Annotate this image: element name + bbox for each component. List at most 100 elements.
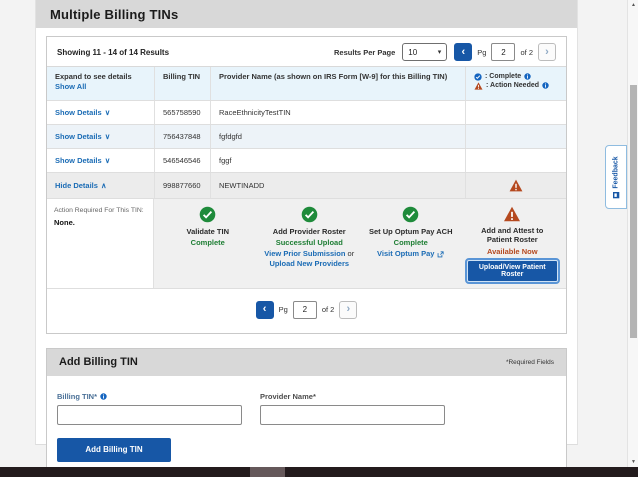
header-provider-name-label: Provider Name (as shown on IRS Form [W-9… [219, 72, 457, 81]
provider-name-value: fggf [219, 156, 457, 165]
vertical-scrollbar[interactable]: ▲ ▼ [627, 0, 638, 467]
chevron-right-icon: › [545, 47, 549, 58]
table-row: Show Details∨ 546546546 fggf [47, 149, 566, 173]
add-billing-tin-button[interactable]: Add Billing TIN [57, 438, 171, 462]
table-row-expanded: Hide Details∧ 998877660 NEWTINADD [47, 173, 566, 199]
pg-label: Pg [477, 48, 486, 57]
toggle-label: Show Details [55, 156, 102, 165]
info-icon[interactable] [100, 393, 107, 400]
provider-name-value: fgfdgfd [219, 132, 457, 141]
header-expand-label: Expand to see details [55, 72, 146, 81]
required-fields-note: *Required Fields [506, 359, 554, 366]
legend-action-needed-label: : Action Needed [486, 81, 539, 90]
page-of-label: of 2 [322, 305, 335, 314]
billing-tins-card: Showing 11 - 14 of 14 Results Results Pe… [46, 36, 567, 334]
feedback-tab[interactable]: Feedback [605, 145, 627, 209]
results-per-page-select[interactable]: 10 ▾ [402, 43, 447, 61]
step-validate-tin: Validate TIN Complete [157, 206, 259, 282]
billing-tin-table: Expand to see details Show All Billing T… [47, 66, 566, 289]
main-panel: Multiple Billing TINs Showing 11 - 14 of… [35, 0, 578, 445]
header-billing-tin: Billing TIN [154, 67, 210, 100]
bottom-pagination: ‹ Pg 2 of 2 › [47, 289, 566, 333]
pg-label: Pg [279, 305, 288, 314]
provider-name-value: NEWTINADD [219, 181, 457, 190]
action-required-cell: Action Required For This TIN: None. [47, 199, 154, 288]
billing-tin-value: 756437848 [163, 132, 202, 141]
feedback-icon [613, 191, 620, 198]
horizontal-scrollbar[interactable] [0, 467, 638, 477]
next-page-button[interactable]: › [538, 43, 556, 61]
chevron-left-icon: ‹ [263, 304, 267, 315]
show-all-link[interactable]: Show All [55, 82, 146, 91]
chevron-down-icon: ∨ [105, 108, 111, 117]
chevron-right-icon: › [347, 304, 351, 315]
scroll-down-icon[interactable]: ▼ [628, 459, 638, 465]
chevron-left-icon: ‹ [461, 47, 465, 58]
show-details-toggle[interactable]: Show Details∨ [55, 132, 146, 141]
warning-triangle-icon [474, 82, 483, 90]
scrollbar-thumb[interactable] [630, 85, 637, 338]
add-billing-tin-form: Billing TIN* Provider Name* Add Billing … [47, 376, 566, 477]
page-number-input[interactable]: 2 [293, 301, 317, 319]
info-icon[interactable] [524, 73, 531, 80]
status-cell [465, 101, 566, 124]
chevron-down-icon: ▾ [438, 48, 442, 56]
visit-optum-pay-link[interactable]: Visit Optum Pay [377, 249, 444, 259]
complete-check-icon [474, 73, 482, 81]
chevron-down-icon: ∨ [105, 156, 111, 165]
header-expand: Expand to see details Show All [47, 67, 154, 100]
page-of-label: of 2 [520, 48, 533, 57]
view-prior-submission-link[interactable]: View Prior Submission or [264, 249, 354, 259]
scroll-up-icon[interactable]: ▲ [628, 2, 638, 8]
results-per-page-label: Results Per Page [334, 48, 395, 57]
page-number-input[interactable]: 2 [491, 43, 515, 61]
check-circle-icon [301, 206, 318, 223]
step-status: Available Now [487, 247, 538, 256]
step-patient-roster: Add and Attest to Patient Roster Availab… [462, 206, 564, 282]
warning-triangle-icon [503, 206, 521, 222]
prev-page-button[interactable]: ‹ [256, 301, 274, 319]
provider-name-field-group: Provider Name* [260, 392, 445, 425]
step-title: Add Provider Roster [273, 227, 346, 236]
provider-name-input[interactable] [260, 405, 445, 425]
table-header-row: Expand to see details Show All Billing T… [47, 67, 566, 101]
horizontal-scrollbar-thumb[interactable] [250, 467, 285, 477]
provider-name-label: Provider Name* [260, 392, 445, 401]
chevron-down-icon: ∨ [105, 132, 111, 141]
billing-tin-input[interactable] [57, 405, 242, 425]
results-bar: Showing 11 - 14 of 14 Results Results Pe… [47, 37, 566, 66]
billing-tin-value: 546546546 [163, 156, 202, 165]
table-row: Show Details∨ 565758590 RaceEthnicityTes… [47, 101, 566, 125]
page: Multiple Billing TINs Showing 11 - 14 of… [0, 0, 638, 477]
prev-page-button[interactable]: ‹ [454, 43, 472, 61]
tin-steps: Validate TIN Complete Add Provider Roste… [154, 199, 566, 288]
billing-tin-label: Billing TIN* [57, 392, 242, 401]
add-billing-tin-card: Add Billing TIN *Required Fields Billing… [46, 348, 567, 477]
header-provider-name: Provider Name (as shown on IRS Form [W-9… [210, 67, 465, 100]
external-link-icon [437, 251, 444, 258]
show-details-toggle[interactable]: Show Details∨ [55, 156, 146, 165]
step-title: Validate TIN [186, 227, 229, 236]
results-controls: Results Per Page 10 ▾ ‹ Pg 2 of 2 › [334, 43, 556, 61]
add-billing-tin-title: Add Billing TIN [59, 356, 138, 368]
tin-detail-panel: Action Required For This TIN: None. Vali… [47, 199, 566, 289]
step-add-provider-roster: Add Provider Roster Successful Upload Vi… [259, 206, 361, 282]
action-required-value: None. [54, 218, 146, 227]
top-pagination: ‹ Pg 2 of 2 › [454, 43, 556, 61]
upload-view-patient-roster-button[interactable]: Upload/View Patient Roster [467, 260, 559, 282]
info-icon[interactable] [542, 82, 549, 89]
results-count-text: Showing 11 - 14 of 14 Results [57, 48, 169, 57]
next-page-button[interactable]: › [339, 301, 357, 319]
show-details-toggle[interactable]: Show Details∨ [55, 108, 146, 117]
hide-details-toggle[interactable]: Hide Details∧ [55, 181, 146, 190]
check-circle-icon [199, 206, 216, 223]
billing-tin-value: 998877660 [163, 181, 202, 190]
add-billing-tin-header: Add Billing TIN *Required Fields [47, 349, 566, 376]
billing-tin-value: 565758590 [163, 108, 202, 117]
header-billing-tin-label: Billing TIN [163, 72, 202, 81]
upload-new-providers-link[interactable]: Upload New Providers [269, 259, 349, 269]
step-title: Add and Attest to Patient Roster [469, 226, 555, 245]
page-number-value: 2 [501, 48, 505, 57]
action-required-label: Action Required For This TIN: [54, 207, 146, 216]
page-title-band: Multiple Billing TINs [36, 0, 577, 28]
